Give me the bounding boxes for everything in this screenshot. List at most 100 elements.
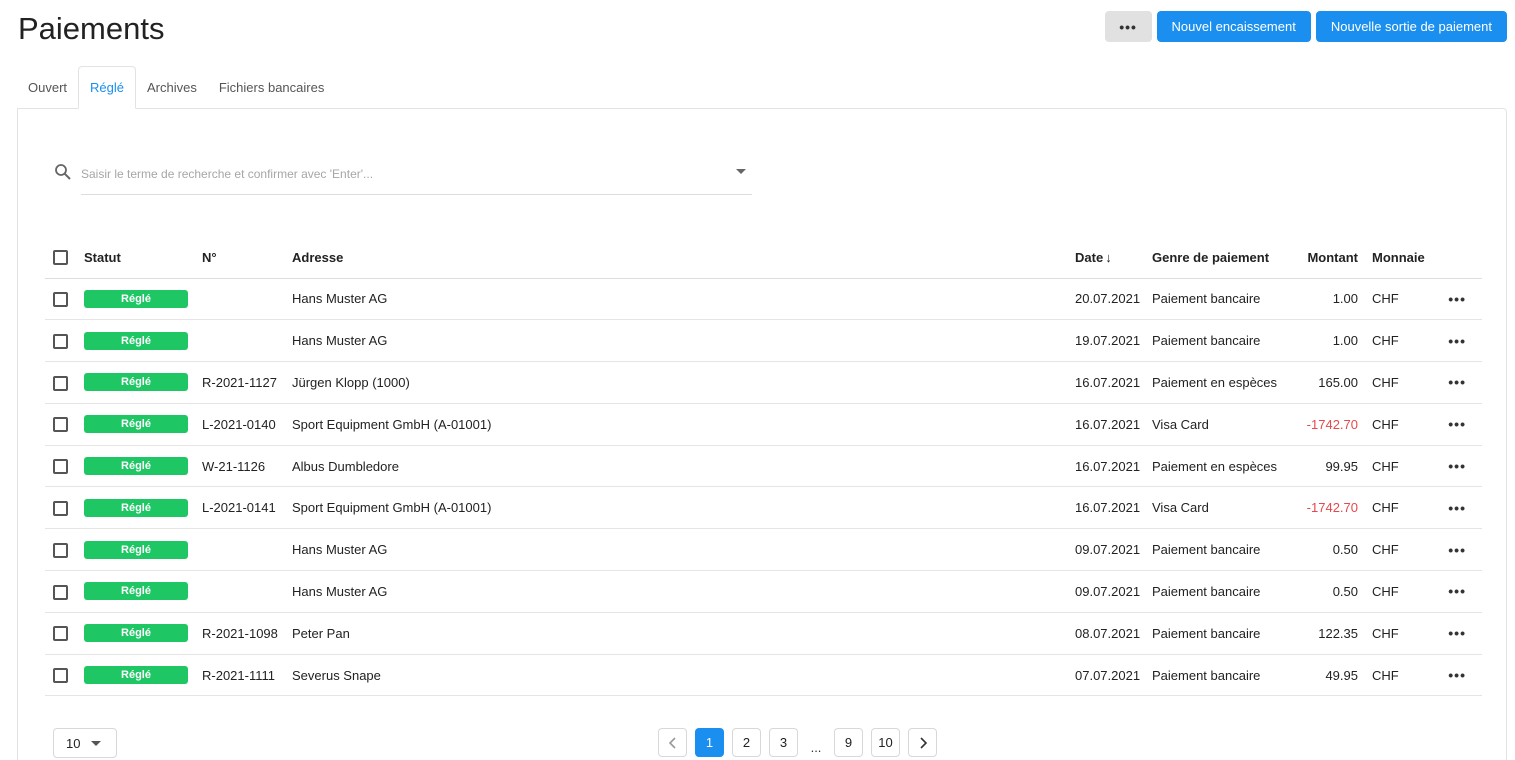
row-more-icon[interactable]: ••• [1448,416,1466,432]
row-checkbox[interactable] [53,584,68,600]
table-row[interactable]: Réglé R-2021-1098 Peter Pan 08.07.2021 Paiem… [45,612,1482,655]
header-number[interactable]: N° [202,237,292,279]
header-currency[interactable]: Monnaie [1358,237,1438,279]
amount-cell: 1.00 [1298,278,1358,321]
header-amount[interactable]: Montant [1298,237,1358,279]
row-actions-cell: ••• [1438,361,1482,404]
row-checkbox[interactable] [53,375,68,391]
status-cell: Réglé [84,319,202,363]
header-actions [1438,237,1482,279]
amount-cell: 49.95 [1298,654,1358,697]
table-row[interactable]: Réglé Hans Muster AG 20.07.2021 Paiement ba… [45,278,1482,321]
table-row[interactable]: Réglé W-21-1126 Albus Dumbledore 16.07.2021… [45,445,1482,488]
row-more-icon[interactable]: ••• [1448,374,1466,390]
status-cell: Réglé [84,612,202,655]
status-badge: Réglé [84,582,188,601]
payment-type-cell: Paiement bancaire [1152,654,1298,697]
caret-down-icon[interactable] [736,169,746,174]
row-select-cell [45,654,84,697]
search-input[interactable] [81,167,721,181]
row-select-cell [45,278,84,321]
payment-type-cell: Paiement en espèces [1152,445,1298,488]
page-button-10[interactable]: 10 [871,728,900,757]
status-badge: Réglé [84,289,188,308]
number-cell: L-2021-0141 [202,486,292,530]
address-cell: Severus Snape [292,654,1075,697]
tab-archives[interactable]: Archives [136,66,208,109]
pagination-ellipsis: ... [810,740,822,755]
currency-cell: CHF [1358,278,1438,321]
row-actions-cell: ••• [1438,612,1482,655]
next-page-button[interactable] [908,728,937,757]
row-more-icon[interactable]: ••• [1448,333,1466,349]
tab-bank-files[interactable]: Fichiers bancaires [208,66,336,109]
date-cell: 19.07.2021 [1075,319,1152,363]
table-row[interactable]: Réglé Hans Muster AG 09.07.2021 Paiement ba… [45,570,1482,613]
table-row[interactable]: Réglé R-2021-1111 Severus Snape 07.07.2021 P… [45,654,1482,697]
new-payment-out-button[interactable]: Nouvelle sortie de paiement [1315,11,1507,42]
header-address[interactable]: Adresse [292,237,1075,279]
page-button-1[interactable]: 1 [695,728,724,757]
new-receipt-button[interactable]: Nouvel encaissement [1156,11,1311,42]
more-actions-button[interactable]: ••• [1104,11,1152,42]
table-row[interactable]: Réglé Hans Muster AG 09.07.2021 Paiement ba… [45,528,1482,572]
status-cell: Réglé [84,445,202,488]
row-checkbox[interactable] [53,417,68,433]
status-badge: Réglé [84,415,188,434]
row-checkbox[interactable] [53,500,68,516]
date-cell: 16.07.2021 [1075,486,1152,530]
row-more-icon[interactable]: ••• [1448,500,1466,516]
tab-open[interactable]: Ouvert [17,66,78,109]
sort-descending-icon: ↓ [1105,249,1112,265]
page-size-select[interactable]: 10 [53,728,117,758]
amount-cell: 165.00 [1298,361,1358,404]
row-more-icon[interactable]: ••• [1448,291,1466,307]
date-cell: 16.07.2021 [1075,361,1152,404]
search-icon [55,164,71,180]
row-checkbox[interactable] [53,542,68,558]
status-badge: Réglé [84,331,188,350]
row-checkbox[interactable] [53,668,68,684]
table-row[interactable]: Réglé L-2021-0140 Sport Equipment GmbH (A-… [45,403,1482,446]
top-actions: ••• Nouvel encaissement Nouvelle sortie … [1104,11,1507,42]
select-all-checkbox[interactable] [53,250,68,266]
number-cell: R-2021-1127 [202,361,292,404]
row-select-cell [45,403,84,446]
table-row[interactable]: Réglé L-2021-0141 Sport Equipment GmbH (A-… [45,486,1482,530]
row-checkbox[interactable] [53,333,68,349]
number-cell: R-2021-1098 [202,612,292,655]
number-cell: W-21-1126 [202,445,292,488]
amount-cell: 0.50 [1298,570,1358,613]
page-button-9[interactable]: 9 [834,728,863,757]
currency-cell: CHF [1358,403,1438,446]
row-more-icon[interactable]: ••• [1448,583,1466,599]
header-select-all[interactable] [45,237,84,279]
row-more-icon[interactable]: ••• [1448,625,1466,641]
row-checkbox[interactable] [53,626,68,642]
table-row[interactable]: Réglé Hans Muster AG 19.07.2021 Paiement ba… [45,319,1482,363]
page-button-3[interactable]: 3 [769,728,798,757]
tab-settled[interactable]: Réglé [78,66,136,109]
number-cell [202,278,292,321]
row-more-icon[interactable]: ••• [1448,458,1466,474]
row-actions-cell: ••• [1438,570,1482,613]
prev-page-button[interactable] [658,728,687,757]
row-checkbox[interactable] [53,459,68,475]
row-more-icon[interactable]: ••• [1448,667,1466,683]
row-select-cell [45,528,84,572]
page-button-2[interactable]: 2 [732,728,761,757]
number-cell [202,528,292,572]
header-status[interactable]: Statut [84,237,202,279]
payment-type-cell: Paiement bancaire [1152,570,1298,613]
address-cell: Sport Equipment GmbH (A-01001) [292,486,1075,530]
table-row[interactable]: Réglé R-2021-1127 Jürgen Klopp (1000) 16.07… [45,361,1482,404]
status-cell: Réglé [84,403,202,446]
header-payment-type[interactable]: Genre de paiement [1152,237,1298,279]
header-date[interactable]: Date ↓ [1075,237,1152,279]
currency-cell: CHF [1358,612,1438,655]
currency-cell: CHF [1358,361,1438,404]
row-more-icon[interactable]: ••• [1448,542,1466,558]
row-checkbox[interactable] [53,291,68,307]
number-cell [202,570,292,613]
address-cell: Jürgen Klopp (1000) [292,361,1075,404]
